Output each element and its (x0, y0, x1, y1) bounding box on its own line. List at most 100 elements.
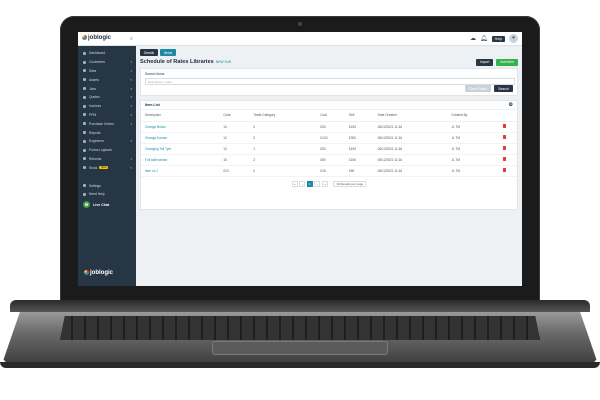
sidebar-item-label: Refunds (89, 156, 102, 161)
table-cell: £150 (345, 143, 374, 155)
table-cell: 15 (219, 154, 250, 166)
live-chat-button[interactable]: ✉ Live Chat (78, 199, 136, 211)
search-actions: Clear Filters Search (464, 85, 513, 92)
item-list-title: Item List (145, 103, 160, 107)
nav-icon (83, 148, 86, 152)
table-row[interactable]: Full toilet steam 15 2 £50 £150 06/12/2021 11… (141, 154, 517, 166)
brand-logo[interactable]: joblogic (82, 35, 111, 41)
sidebar-item-purchase-orders[interactable]: Purchase Orders ▾ (78, 119, 136, 128)
keyboard (60, 316, 540, 340)
sidebar-item-label: Stock (89, 165, 98, 170)
table-cell: £150 (345, 154, 374, 166)
sidebar-item-label: Engineers (89, 139, 104, 144)
trash-icon[interactable] (502, 146, 506, 150)
chevron-down-icon: ▾ (130, 77, 132, 82)
import-button[interactable]: Import (475, 58, 494, 66)
column-header[interactable]: Created By (447, 110, 499, 122)
cloud-icon[interactable]: ☁ (470, 35, 476, 42)
table-row[interactable]: Change Domes 12 2 £120 £300 06/12/2021 11:16 J… (141, 132, 517, 144)
help-button[interactable]: Help (491, 35, 505, 42)
clear-filters-button[interactable]: Clear Filters (464, 85, 492, 92)
item-description-link[interactable]: Item no 1 (141, 165, 220, 177)
gear-icon[interactable]: ⚙ (509, 102, 513, 108)
sidebar-item-sites[interactable]: Sites ▾ (78, 67, 136, 76)
trash-icon[interactable] (502, 157, 506, 161)
search-input[interactable]: Description, Code (145, 78, 515, 85)
nav-icon (83, 104, 86, 108)
item-list-header: Item List ⚙ (141, 101, 517, 110)
nav-icon (83, 95, 86, 99)
sidebar-item-assets[interactable]: Assets ▾ (78, 75, 136, 84)
top-bar: joblogic ≡ ☁ 🔔︎ Help ● (78, 32, 522, 46)
item-description-link[interactable]: Change Bricks (141, 121, 220, 133)
column-header[interactable]: Description (141, 110, 220, 122)
table-cell: JL TM (447, 165, 499, 177)
table-cell: £120 (316, 132, 345, 144)
sidebar-item-label: Customers (89, 60, 105, 65)
column-header[interactable]: Sell (345, 110, 374, 122)
sidebar-item-label: Forms Logbook (89, 148, 112, 153)
trackpad (212, 341, 388, 355)
column-header[interactable]: Date Created (373, 110, 448, 122)
title-actions: Import Add Item (475, 58, 518, 66)
chevron-down-icon: ▾ (130, 156, 132, 161)
sidebar-item-need-help[interactable]: Need Help (78, 190, 136, 199)
column-header[interactable]: Cost (316, 110, 345, 122)
per-page-select[interactable]: 10 Results per page (333, 180, 367, 187)
page-current[interactable]: 1 (306, 180, 313, 187)
table-cell: JL TM (447, 121, 499, 133)
chevron-down-icon: ▾ (130, 104, 132, 109)
page-next-button[interactable]: › (314, 180, 321, 187)
table-cell: £300 (345, 132, 374, 144)
column-header[interactable]: Code (219, 110, 250, 122)
table-cell: 013 (219, 165, 250, 177)
table-cell-actions (498, 121, 517, 133)
add-item-button[interactable]: Add Item (496, 58, 518, 66)
table-cell-actions (498, 143, 517, 155)
sidebar-item-dashboard[interactable]: Dashboard (78, 49, 136, 58)
page-subtitle: NEW SoR (215, 60, 232, 64)
item-description-link[interactable]: Change Domes (141, 132, 220, 144)
page-last-button[interactable]: » (321, 180, 328, 187)
item-list-panel: Item List ⚙ Description Code Trade Categor… (140, 100, 518, 210)
sidebar-item-label: Settings (89, 183, 101, 188)
menu-icon[interactable]: ≡ (130, 36, 133, 42)
items-table: Description Code Trade Category Cost Sell Dat… (141, 110, 517, 177)
logo-icon (82, 35, 87, 40)
table-row[interactable]: Change Bricks 14 2 £50 £150 06/12/2021 11:16 J… (141, 121, 517, 133)
sidebar-item-customers[interactable]: Customers ▾ (78, 58, 136, 67)
sidebar-item-label: PPM (89, 112, 97, 117)
table-cell: 2 (249, 154, 317, 166)
column-header[interactable]: Trade Category (249, 110, 317, 122)
sidebar-item-reports[interactable]: Reports (78, 128, 136, 137)
trash-icon[interactable] (502, 168, 506, 172)
sidebar-item-quotes[interactable]: Quotes ▾ (78, 93, 136, 102)
table-cell: JL TM (447, 132, 499, 144)
sidebar-item-label: Reports (89, 130, 101, 135)
sidebar-logo: joblogic (84, 269, 113, 276)
page-first-button[interactable]: « (291, 180, 298, 187)
avatar[interactable]: ● (509, 34, 518, 43)
tab-details[interactable]: Details (140, 49, 159, 56)
trash-icon[interactable] (502, 124, 506, 128)
sidebar-item-stock[interactable]: Stock New ▾ (78, 163, 136, 172)
laptop-hinge (10, 300, 590, 312)
search-button[interactable]: Search (494, 85, 513, 92)
item-description-link[interactable]: Full toilet steam (141, 154, 220, 166)
table-cell: 06/12/2021 11:16 (373, 121, 448, 133)
sidebar-item-jobs[interactable]: Jobs ▾ (78, 84, 136, 93)
table-cell: £50 (316, 154, 345, 166)
page-prev-button[interactable]: ‹ (299, 180, 306, 187)
sidebar-item-refunds[interactable]: Refunds ▾ (78, 155, 136, 164)
trash-icon[interactable] (502, 135, 506, 139)
sidebar-item-settings[interactable]: Settings (78, 181, 136, 190)
table-row[interactable]: Changing Toil Tyre 13 1 £50 £150 06/12/2021 1… (141, 143, 517, 155)
sidebar-item-invoices[interactable]: Invoices ▾ (78, 102, 136, 111)
item-description-link[interactable]: Changing Toil Tyre (141, 143, 220, 155)
sidebar-item-forms-logbook[interactable]: Forms Logbook (78, 146, 136, 155)
table-row[interactable]: Item no 1 013 0 £15 £50 06/12/2021 11:16 JL TM (141, 165, 517, 177)
sidebar-item-engineers[interactable]: Engineers ▾ (78, 137, 136, 146)
bell-icon[interactable]: 🔔︎ (480, 35, 488, 42)
sidebar-item-ppm[interactable]: PPM ▾ (78, 111, 136, 120)
tab-items[interactable]: Items (160, 49, 177, 56)
